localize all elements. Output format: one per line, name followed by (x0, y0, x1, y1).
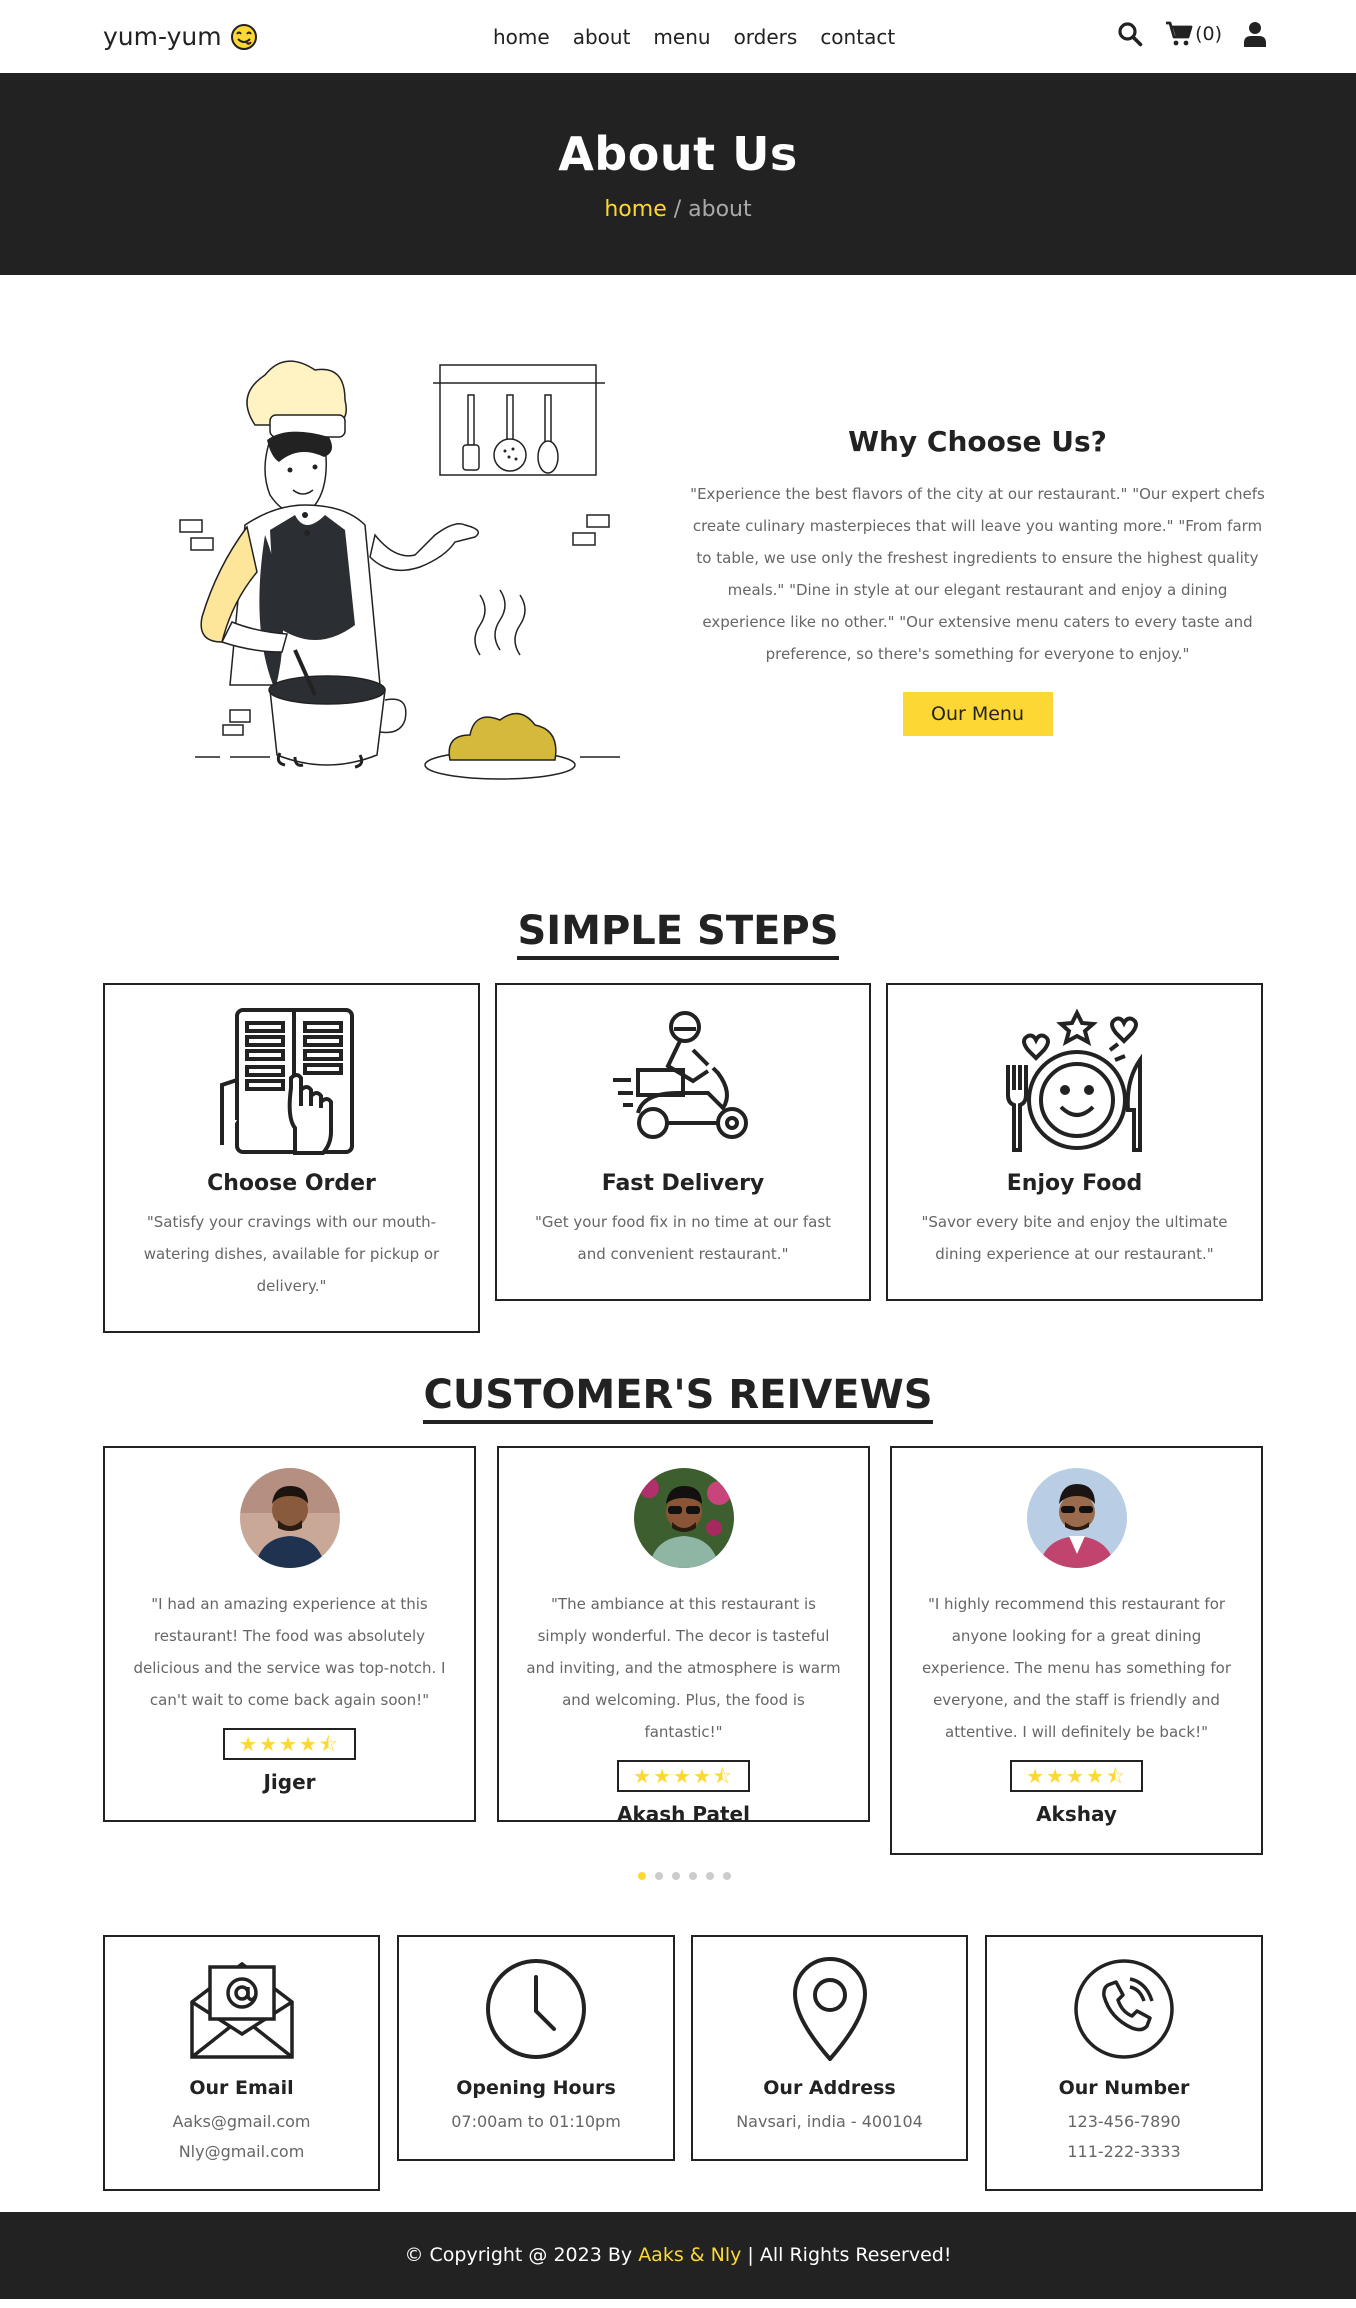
slider-dot[interactable] (689, 1872, 697, 1880)
step-text: "Satisfy your cravings with our mouth-wa… (143, 1213, 440, 1295)
reviewer-name: Akash Patel (617, 1802, 750, 1826)
site-header: yum-yum home about menu orders contact (… (0, 0, 1356, 73)
search-icon (1118, 22, 1143, 47)
slider-pagination (638, 1872, 731, 1880)
steps-section-title: SIMPLE STEPS (0, 908, 1356, 960)
info-card-number: Our Number 123-456-7890 111-222-3333 (985, 1935, 1263, 2191)
star-rating: ★★★★⯪ (223, 1728, 356, 1760)
nav-home[interactable]: home (493, 25, 550, 49)
slider-dot[interactable] (706, 1872, 714, 1880)
step-card-choose-order: Choose Order "Satisfy your cravings with… (103, 983, 480, 1333)
review-card: "The ambiance at this restaurant is simp… (497, 1446, 870, 1826)
step-card-fast-delivery: Fast Delivery "Get your food fix in no t… (495, 983, 871, 1301)
info-line[interactable]: 123-456-7890 (987, 2107, 1261, 2137)
info-line[interactable]: Nly@gmail.com (105, 2137, 378, 2167)
avatar (239, 1468, 340, 1568)
review-card: "I highly recommend this restaurant for … (890, 1446, 1263, 1855)
info-line: Navsari, india - 400104 (736, 2112, 923, 2131)
step-title: Choose Order (207, 1171, 376, 1196)
our-menu-button[interactable]: Our Menu (902, 692, 1053, 736)
cart-icon (1166, 21, 1193, 46)
step-text: "Savor every bite and enjoy the ultimate… (921, 1213, 1228, 1263)
star-rating: ★★★★⯪ (1010, 1760, 1143, 1792)
reviewer-name: Akshay (1036, 1802, 1117, 1826)
delivery-scooter-icon (613, 1011, 748, 1139)
avatar (1026, 1468, 1127, 1568)
info-title: Our Email (189, 2077, 294, 2099)
step-text: "Get your food fix in no time at our fas… (534, 1213, 832, 1263)
reviewer-name: Jiger (263, 1770, 316, 1794)
slider-dot[interactable] (638, 1872, 646, 1880)
nav-contact[interactable]: contact (820, 25, 895, 49)
review-text: "I highly recommend this restaurant for … (921, 1595, 1232, 1741)
info-line[interactable]: 111-222-3333 (987, 2137, 1261, 2167)
reviews-heading: CUSTOMER'S REIVEWS (423, 1372, 933, 1424)
location-pin-icon (792, 1957, 867, 2061)
info-card-hours: Opening Hours 07:00am to 01:10pm (397, 1935, 675, 2161)
info-card-address: Our Address Navsari, india - 400104 (691, 1935, 968, 2161)
avatar (633, 1468, 734, 1568)
logo-text: yum-yum (103, 22, 222, 51)
reviews-section-title: CUSTOMER'S REIVEWS (0, 1372, 1356, 1424)
page-hero: About Us home / about (0, 73, 1356, 275)
yum-emoji-icon (230, 23, 257, 50)
slider-dot[interactable] (723, 1872, 731, 1880)
breadcrumb-home-link[interactable]: home (604, 197, 666, 222)
phone-icon (1074, 1959, 1174, 2059)
breadcrumb-current: / about (673, 197, 752, 222)
clock-icon (486, 1959, 586, 2059)
logo[interactable]: yum-yum (103, 22, 258, 51)
about-heading: Why Choose Us? (848, 425, 1107, 458)
info-title: Opening Hours (456, 2077, 616, 2099)
nav-about[interactable]: about (573, 25, 631, 49)
review-card: "I had an amazing experience at this res… (103, 1446, 476, 1822)
info-line[interactable]: Aaks@gmail.com (105, 2107, 378, 2137)
smile-plate-icon (1005, 1008, 1142, 1152)
steps-heading: SIMPLE STEPS (517, 908, 839, 960)
info-title: Our Number (1058, 2077, 1190, 2099)
about-text: "Experience the best flavors of the city… (690, 485, 1265, 663)
info-title: Our Address (763, 2077, 896, 2099)
header-icons: (0) (1117, 21, 1266, 47)
review-text: "I had an amazing experience at this res… (133, 1595, 446, 1709)
nav-orders[interactable]: orders (734, 25, 798, 49)
info-line: 07:00am to 01:10pm (451, 2112, 621, 2131)
footer-authors: Aaks & Nly (638, 2244, 742, 2266)
user-button[interactable] (1244, 21, 1266, 47)
star-rating: ★★★★⯪ (617, 1760, 750, 1792)
info-card-email: Our Email Aaks@gmail.com Nly@gmail.com (103, 1935, 380, 2191)
cart-count: (0) (1195, 23, 1222, 45)
why-choose-us: Why Choose Us? "Experience the best flav… (690, 425, 1265, 736)
user-icon (1244, 22, 1266, 47)
footer-rights: | All Rights Reserved! (747, 2244, 952, 2266)
step-card-enjoy-food: Enjoy Food "Savor every bite and enjoy t… (886, 983, 1263, 1301)
review-text: "The ambiance at this restaurant is simp… (526, 1595, 841, 1741)
search-button[interactable] (1117, 21, 1143, 47)
chef-cooking-illustration (179, 360, 620, 780)
menu-order-icon (219, 1008, 354, 1155)
footer-copyright: © Copyright @ 2023 By (404, 2244, 633, 2266)
email-icon (189, 1961, 294, 2059)
step-title: Fast Delivery (601, 1171, 765, 1196)
slider-dot[interactable] (655, 1872, 663, 1880)
main-nav: home about menu orders contact (493, 25, 895, 49)
slider-dot[interactable] (672, 1872, 680, 1880)
step-title: Enjoy Food (1006, 1171, 1143, 1196)
nav-menu[interactable]: menu (653, 25, 710, 49)
breadcrumb: home / about (0, 197, 1356, 222)
site-footer: © Copyright @ 2023 By Aaks & Nly | All R… (0, 2212, 1356, 2299)
page-title: About Us (558, 127, 798, 181)
cart-button[interactable]: (0) (1165, 21, 1222, 47)
